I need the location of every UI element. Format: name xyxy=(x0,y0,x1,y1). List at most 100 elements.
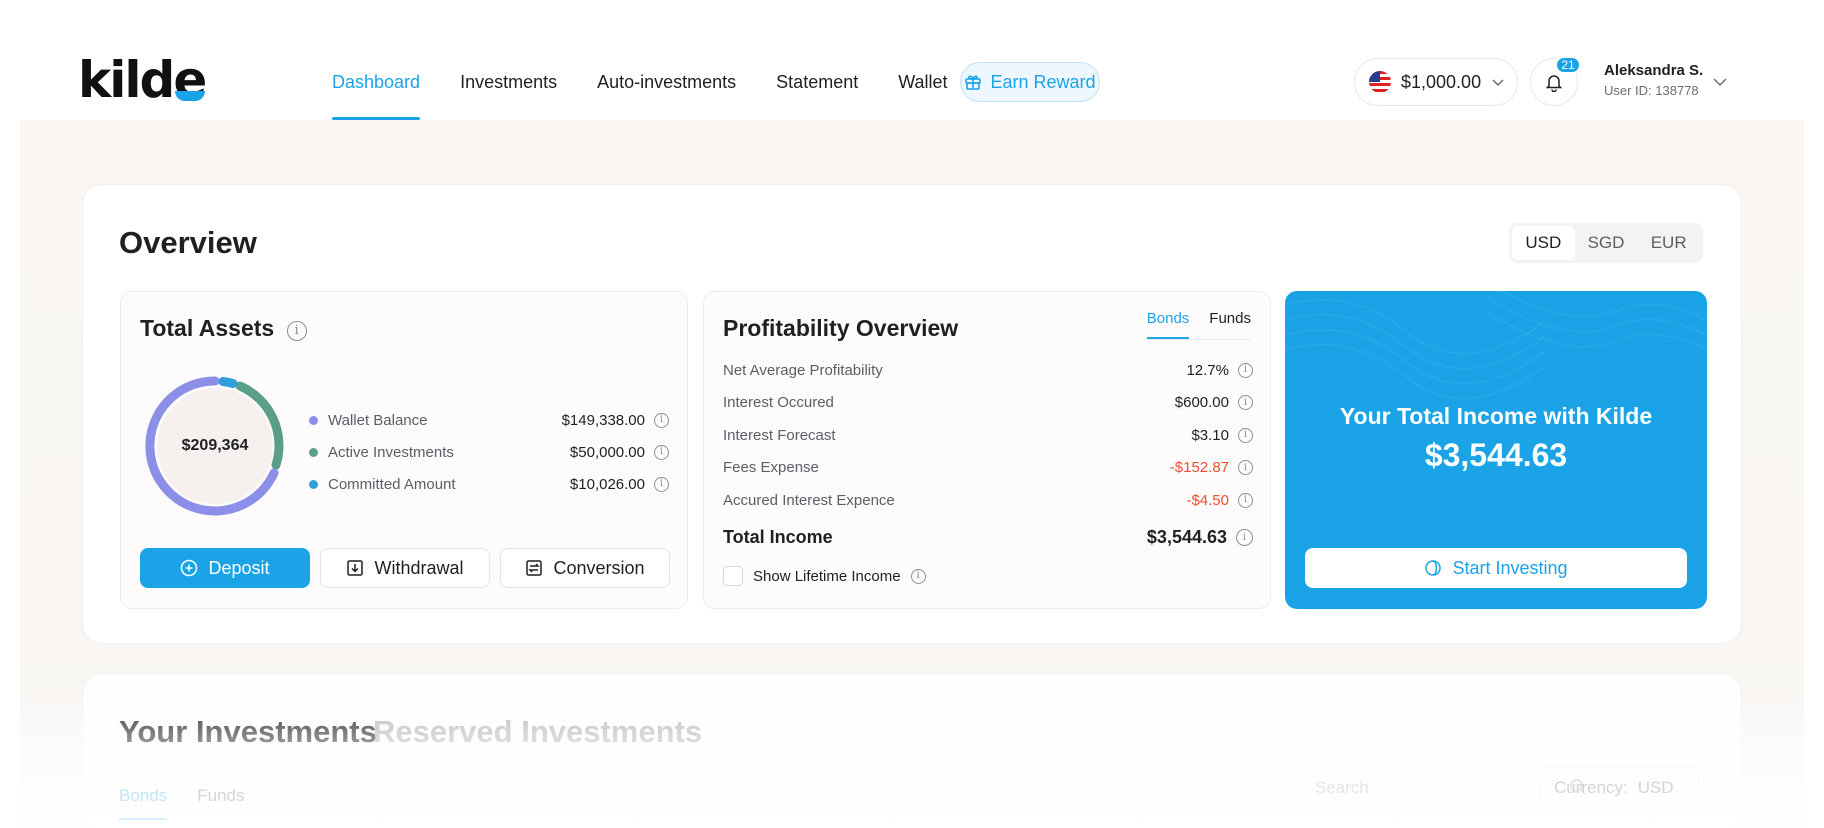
top-header: kilde Dashboard Investments Auto-investm… xyxy=(0,0,1824,120)
legend-value: $149,338.00 xyxy=(561,411,645,429)
tab-bonds[interactable]: Bonds xyxy=(1146,310,1189,339)
info-icon[interactable]: i xyxy=(910,568,926,584)
info-icon[interactable]: i xyxy=(654,412,669,428)
withdrawal-button[interactable]: Withdrawal xyxy=(320,548,490,588)
nav-investments[interactable]: Investments xyxy=(460,60,557,120)
income-value: $3,544.63 xyxy=(1424,437,1568,473)
investments-card: Your Investments Reserved Investments Bo… xyxy=(82,673,1742,828)
row-value: $3.10 xyxy=(1191,426,1229,444)
info-icon[interactable]: i xyxy=(1238,427,1253,443)
info-icon[interactable]: i xyxy=(1238,492,1253,508)
nav-auto-investments[interactable]: Auto-investments xyxy=(597,60,736,120)
info-icon[interactable]: i xyxy=(1238,362,1253,378)
currency-eur[interactable]: EUR xyxy=(1637,226,1700,260)
user-name: Aleksandra S. xyxy=(1604,62,1704,79)
currency-select[interactable]: Currency: USD xyxy=(1539,766,1699,810)
currency-label: Currency: xyxy=(1554,778,1628,797)
legend-dot xyxy=(309,479,318,489)
total-assets-value: $209,364 xyxy=(181,437,249,454)
download-box-icon xyxy=(347,560,364,576)
notifications-button[interactable]: 21 xyxy=(1530,56,1581,106)
currency-usd[interactable]: USD xyxy=(1512,226,1575,260)
assets-actions: Deposit Withdrawal Conversion xyxy=(140,548,670,588)
legend-value: $50,000.00 xyxy=(569,443,645,461)
legend-label: Active Investments xyxy=(328,443,454,461)
row-interest-forecast: Interest Forecast $3.10 i xyxy=(723,419,1253,452)
currency-sgd[interactable]: SGD xyxy=(1575,226,1638,260)
row-label: Interest Forecast xyxy=(723,426,836,444)
chevron-down-icon xyxy=(1492,79,1504,87)
notification-count-badge: 21 xyxy=(1555,56,1581,74)
info-icon[interactable]: i xyxy=(1238,395,1253,411)
nav-dashboard[interactable]: Dashboard xyxy=(332,60,421,120)
user-menu[interactable]: Aleksandra S. User ID: 138778 xyxy=(1604,62,1703,98)
row-net-average-profitability: Net Average Profitability 12.7% i xyxy=(723,354,1253,387)
row-label: Interest Occured xyxy=(723,394,834,412)
show-lifetime-income-toggle[interactable]: Show Lifetime Income i xyxy=(723,566,926,586)
deposit-button[interactable]: Deposit xyxy=(140,548,310,588)
info-icon[interactable]: i xyxy=(654,476,669,492)
inv-tab-funds[interactable]: Funds xyxy=(197,786,244,820)
info-icon[interactable]: i xyxy=(654,444,669,460)
total-income-panel: Your Total Income with Kilde $3,544.63 S… xyxy=(1285,291,1707,609)
total-assets-panel: Total Assets i $209,364 Wallet Balance $… xyxy=(120,291,688,609)
conversion-button[interactable]: Conversion xyxy=(500,548,670,588)
assets-legend: Wallet Balance $149,338.00 i Active Inve… xyxy=(309,404,669,500)
earn-reward-button[interactable]: Earn Reward xyxy=(960,62,1100,102)
start-investing-label: Start Investing xyxy=(1452,557,1568,578)
currency-switch: USD SGD EUR xyxy=(1509,223,1703,263)
total-assets-title: Total Assets xyxy=(140,315,275,341)
row-value: 12.7% xyxy=(1186,361,1229,379)
info-icon[interactable]: i xyxy=(286,320,307,341)
legend-dot xyxy=(309,415,318,425)
search-placeholder: Search xyxy=(1315,778,1369,797)
gift-icon xyxy=(965,75,982,90)
nav-statement[interactable]: Statement xyxy=(776,60,858,120)
row-label: Accured Interest Expence xyxy=(723,491,895,509)
row-value: $600.00 xyxy=(1174,394,1229,412)
legend-active-investments: Active Investments $50,000.00 i xyxy=(309,436,669,468)
user-chevron-down-icon[interactable] xyxy=(1712,74,1728,90)
your-investments-title[interactable]: Your Investments xyxy=(119,714,377,750)
legend-wallet-balance: Wallet Balance $149,338.00 i xyxy=(309,404,669,436)
withdrawal-label: Withdrawal xyxy=(374,557,464,578)
bell-icon xyxy=(1545,75,1563,92)
info-icon[interactable]: i xyxy=(1238,460,1253,476)
balance-selector[interactable]: $1,000.00 xyxy=(1354,58,1518,106)
total-assets-heading: Total Assets i xyxy=(140,315,307,343)
reserved-investments-title[interactable]: Reserved Investments xyxy=(373,714,702,750)
total-income-label: Total Income xyxy=(723,527,833,547)
row-label: Net Average Profitability xyxy=(723,361,883,379)
lifetime-checkbox[interactable] xyxy=(723,566,743,586)
info-icon[interactable]: i xyxy=(1236,529,1253,546)
row-total-income: Total Income $3,544.63 i xyxy=(723,517,1253,559)
profitability-title: Profitability Overview xyxy=(723,315,959,341)
profitability-rows: Net Average Profitability 12.7% i Intere… xyxy=(723,354,1253,559)
legend-dot xyxy=(309,447,318,457)
main-nav: Dashboard Investments Auto-investments S… xyxy=(332,60,988,120)
tabs-divider xyxy=(1147,339,1251,340)
income-title: Your Total Income with Kilde xyxy=(1339,403,1653,429)
legend-label: Wallet Balance xyxy=(328,411,428,429)
coin-icon xyxy=(1425,560,1442,576)
lifetime-label: Show Lifetime Income xyxy=(753,567,901,585)
user-id: User ID: 138778 xyxy=(1604,83,1699,98)
row-value: -$152.87 xyxy=(1169,459,1229,477)
row-accured-interest-expence: Accured Interest Expence -$4.50 i xyxy=(723,484,1253,517)
us-flag-icon xyxy=(1369,71,1391,93)
overview-card: Overview USD SGD EUR Total Assets i $209… xyxy=(82,184,1742,644)
tab-funds[interactable]: Funds xyxy=(1209,310,1251,339)
nav-wallet[interactable]: Wallet xyxy=(898,60,947,120)
legend-value: $10,026.00 xyxy=(569,475,645,493)
overview-title: Overview xyxy=(119,225,257,260)
deposit-label: Deposit xyxy=(208,557,270,578)
start-investing-button[interactable]: Start Investing xyxy=(1305,548,1687,588)
inv-tab-bonds[interactable]: Bonds xyxy=(119,786,168,820)
exchange-icon xyxy=(526,560,543,576)
total-income-value: $3,544.63 xyxy=(1146,527,1227,547)
profitability-panel: Profitability Overview Bonds Funds Net A… xyxy=(703,291,1271,609)
kilde-logo[interactable]: kilde xyxy=(78,55,207,105)
row-interest-occured: Interest Occured $600.00 i xyxy=(723,387,1253,420)
profitability-tabs: Bonds Funds xyxy=(1146,310,1251,339)
legend-label: Committed Amount xyxy=(328,475,456,493)
